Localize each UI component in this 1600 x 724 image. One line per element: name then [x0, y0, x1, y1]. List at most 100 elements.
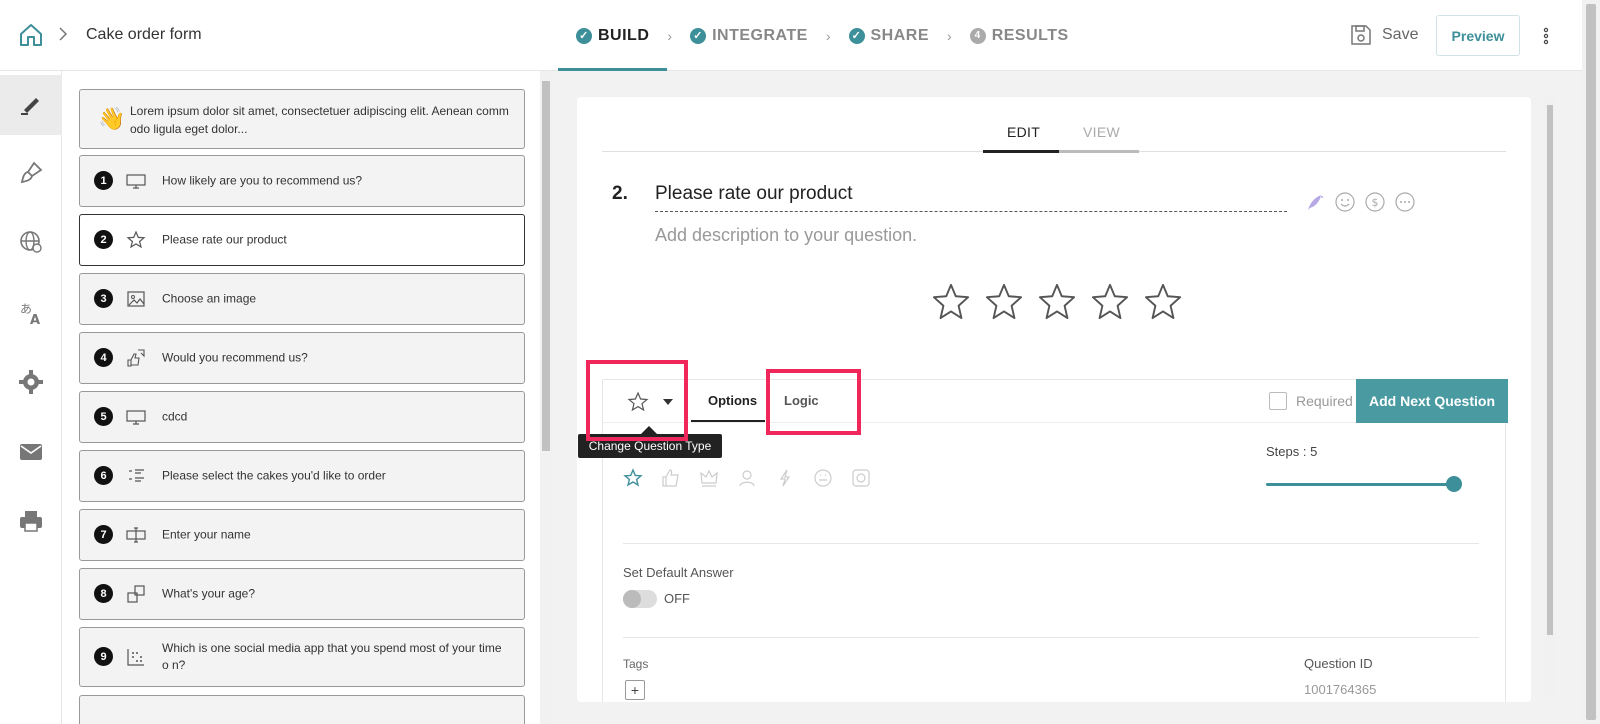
question-number: 9 [94, 647, 113, 666]
question-text: cdcd [162, 409, 188, 424]
svg-text:$: $ [1372, 196, 1379, 209]
settings-icon [19, 370, 43, 394]
question-item[interactable] [79, 695, 525, 724]
rating-star-icon[interactable] [1144, 282, 1182, 320]
thumb-icon[interactable] [661, 468, 681, 488]
step-share[interactable]: ✓ SHARE [831, 0, 948, 71]
check-icon: ✓ [576, 27, 592, 44]
ai-feather-icon[interactable] [1304, 191, 1326, 213]
page-scrollbar[interactable] [1582, 0, 1600, 724]
scrollbar-thumb[interactable] [542, 81, 550, 451]
breadcrumb-title: Cake order form [86, 26, 202, 43]
home-icon[interactable] [18, 22, 44, 48]
rail-print[interactable] [0, 491, 62, 551]
tab-indicator [1059, 150, 1139, 153]
tags-label: Tags [623, 657, 649, 671]
question-item-selected[interactable]: 2 Please rate our product [79, 214, 525, 266]
mail-icon [20, 444, 42, 460]
pencil-icon [21, 98, 39, 115]
question-number: 2 [94, 230, 113, 249]
more-options-icon[interactable] [1542, 26, 1550, 46]
circle-square-icon[interactable] [851, 468, 871, 488]
checkbox[interactable] [1269, 392, 1287, 410]
question-title-input[interactable]: Please rate our product [655, 183, 1287, 212]
step-integrate[interactable]: ✓ INTEGRATE [672, 0, 826, 71]
question-list: 👋 Lorem ipsum dolor sit amet, consectetu… [62, 71, 540, 724]
bolt-icon[interactable] [775, 468, 795, 488]
step-build[interactable]: ✓ BUILD [558, 0, 668, 71]
question-item[interactable]: 4 Would you recommend us? [79, 332, 525, 384]
question-item[interactable]: 8 What's your age? [79, 568, 525, 620]
toggle-knob [623, 590, 641, 608]
tab-edit[interactable]: EDIT [1007, 124, 1040, 140]
image-icon [127, 291, 145, 307]
wizard-steps: ✓ BUILD › ✓ INTEGRATE › ✓ SHARE › 4 RESU… [558, 0, 1087, 71]
step-results[interactable]: 4 RESULTS [952, 0, 1087, 71]
question-text: Please select the cakes you'd like to or… [162, 468, 386, 483]
question-item[interactable]: 9 Which is one social media app that you… [79, 627, 525, 687]
save-icon [1351, 25, 1371, 45]
rail-email[interactable] [0, 422, 62, 482]
rail-design[interactable] [0, 143, 62, 203]
rail-settings[interactable] [0, 352, 62, 412]
question-editor-card: EDIT VIEW 2. Please rate our product Add… [577, 97, 1531, 702]
tab-view[interactable]: VIEW [1083, 124, 1120, 140]
check-icon: ✓ [848, 27, 865, 44]
slider-handle[interactable] [1446, 476, 1462, 492]
smiley-icon[interactable] [1334, 191, 1356, 213]
rating-star-icon[interactable] [1038, 282, 1076, 320]
rating-star-icon[interactable] [932, 282, 970, 320]
scrollbar-thumb[interactable] [1586, 4, 1596, 720]
question-item[interactable]: 7 Enter your name [79, 509, 525, 561]
star-icon [126, 230, 146, 249]
welcome-screen-item[interactable]: 👋 Lorem ipsum dolor sit amet, consectetu… [79, 89, 525, 149]
scrollbar-thumb[interactable] [1547, 105, 1553, 635]
rating-star-icon[interactable] [1091, 282, 1129, 320]
star-icon[interactable] [623, 468, 643, 488]
question-number: 3 [94, 289, 113, 308]
question-number: 7 [94, 525, 113, 544]
print-icon [20, 511, 42, 532]
rail-translate[interactable]: あ A [0, 283, 62, 343]
add-next-question-button[interactable]: Add Next Question [1356, 379, 1508, 423]
user-icon[interactable] [737, 468, 757, 488]
steps-slider[interactable] [1266, 476, 1462, 492]
top-bar: Cake order form ✓ BUILD › ✓ INTEGRATE › … [0, 0, 1600, 71]
crown-icon[interactable] [699, 468, 719, 488]
question-list-scrollbar[interactable] [540, 71, 552, 724]
question-item[interactable]: 3 Choose an image [79, 273, 525, 325]
step-label: RESULTS [991, 26, 1069, 44]
question-item[interactable]: 1 How likely are you to recommend us? [79, 155, 525, 207]
required-checkbox[interactable]: Required [1269, 392, 1353, 410]
tab-options[interactable]: Options [708, 393, 757, 408]
question-item[interactable]: 5 cdcd [79, 391, 525, 443]
rating-icon-options [623, 468, 871, 488]
question-text: Would you recommend us? [162, 350, 308, 365]
nps-icon [126, 174, 146, 189]
question-item[interactable]: 6 Please select the cakes you'd like to … [79, 450, 525, 502]
question-text: How likely are you to recommend us? [162, 173, 363, 188]
question-number: 6 [94, 466, 113, 485]
divider [623, 543, 1479, 544]
thumbs-icon [127, 349, 145, 367]
rail-edit[interactable] [0, 75, 62, 135]
question-description-input[interactable]: Add description to your question. [655, 225, 917, 246]
question-number: 5 [94, 407, 113, 426]
edit-view-tabs: EDIT VIEW [577, 97, 1531, 155]
more-icon[interactable] [1394, 191, 1416, 213]
toggle-state: OFF [664, 591, 690, 606]
check-icon: ✓ [690, 27, 707, 44]
preview-button[interactable]: Preview [1436, 15, 1520, 56]
editor-scrollbar[interactable] [1545, 97, 1555, 702]
rating-star-icon[interactable] [985, 282, 1023, 320]
waving-hand-icon: 👋 [98, 106, 126, 131]
rail-languages[interactable] [0, 212, 62, 272]
default-answer-label: Set Default Answer [623, 565, 734, 580]
default-answer-toggle[interactable] [623, 590, 657, 608]
translate-icon: あ A [20, 302, 40, 326]
save-button[interactable]: Save [1350, 24, 1418, 46]
dollar-icon[interactable]: $ [1364, 191, 1386, 213]
add-tag-button[interactable]: + [625, 680, 645, 700]
step-label: INTEGRATE [712, 26, 808, 44]
smiley-icon[interactable] [813, 468, 833, 488]
